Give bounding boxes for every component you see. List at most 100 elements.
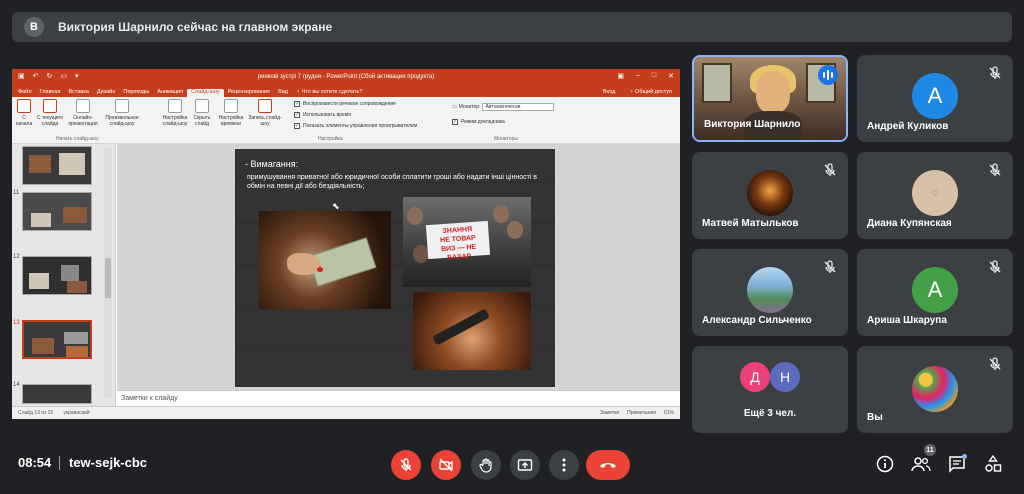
participant-name: Виктория Шарнило <box>704 119 801 130</box>
protest-crowd-image[interactable]: ЗНАННЯ НЕ ТОВАР ВИЗ — НЕ БАЗАР <box>403 197 531 287</box>
tab-slideshow[interactable]: Слайд-шоу <box>187 89 224 97</box>
start-show-icon[interactable]: ▭ <box>60 72 67 80</box>
protest-sign: ЗНАННЯ НЕ ТОВАР ВИЗ — НЕ БАЗАР <box>425 220 491 262</box>
more-options-button[interactable] <box>549 450 579 480</box>
narration-checkbox[interactable]: ✓ Воспроизвести речевое сопровождение <box>294 101 396 107</box>
slide-canvas[interactable]: - Вимагання: примушування приватної або … <box>117 144 680 390</box>
more-participants-tile[interactable]: Д Н Ещё 3 чел. <box>692 346 848 433</box>
record-show-button[interactable]: Запись слайд-шоу <box>248 99 282 127</box>
meeting-details-button[interactable] <box>874 453 896 475</box>
bribe-money-image[interactable] <box>259 211 391 309</box>
comments-toggle[interactable]: Примечания <box>627 410 656 416</box>
controls-checkbox[interactable]: ✓ Показать элементы управления проигрыват… <box>294 123 417 129</box>
present-button[interactable] <box>510 450 540 480</box>
monitor-select[interactable]: ▭ Монитор: Автоматически <box>452 103 555 111</box>
mic-toggle-button[interactable] <box>391 450 421 480</box>
from-start-button[interactable]: С начала <box>14 99 34 127</box>
self-tile[interactable]: Вы <box>857 346 1013 433</box>
tab-design[interactable]: Дизайн <box>93 89 120 97</box>
undo-icon[interactable]: ↶ <box>33 72 39 80</box>
custom-show-button[interactable]: Произвольное слайд-шоу <box>102 99 142 127</box>
customize-icon[interactable]: ▾ <box>75 72 79 80</box>
ribbon-tabs: Файл Главная Вставка Дизайн Переходы Ани… <box>12 84 680 97</box>
scrollbar-thumb[interactable] <box>105 258 111 298</box>
participant-tile[interactable]: Матвей Матыльков <box>692 152 848 239</box>
participant-tile[interactable]: А Ариша Шкарупа <box>857 249 1013 336</box>
participant-avatar: ♡ <box>912 170 958 216</box>
participant-name: Андрей Куликов <box>867 121 949 132</box>
slide-thumbnail-selected[interactable] <box>22 320 92 359</box>
notes-toggle[interactable]: Заметки <box>600 410 619 416</box>
divider <box>59 456 60 470</box>
monitor-dropdown[interactable]: Автоматически <box>482 103 555 111</box>
presenter-avatar: В <box>24 17 44 37</box>
slide-thumbnail[interactable] <box>22 192 92 231</box>
activities-button[interactable] <box>982 453 1004 475</box>
participant-avatar: А <box>912 73 958 119</box>
tab-animation[interactable]: Анимация <box>153 89 187 97</box>
tab-transitions[interactable]: Переходы <box>119 89 153 97</box>
slide-body-text[interactable]: примушування приватної або юридичної осо… <box>247 173 547 191</box>
slide-number: 12 <box>13 254 20 260</box>
rehearse-timings-button[interactable]: Настройка времени <box>216 99 246 127</box>
zoom-level[interactable]: 61% <box>664 410 674 416</box>
save-icon[interactable]: ▣ <box>18 72 25 80</box>
tab-view[interactable]: Вид <box>274 89 292 97</box>
presenter-banner: В Виктория Шарнило сейчас на главном экр… <box>12 12 1012 42</box>
participant-tile[interactable]: ♡ Диана Купянская <box>857 152 1013 239</box>
maximize-icon[interactable]: □ <box>652 72 656 80</box>
participant-avatar <box>747 170 793 216</box>
current-slide[interactable]: - Вимагання: примушування приватної або … <box>235 149 555 387</box>
tab-home[interactable]: Главная <box>36 89 65 97</box>
window-controls: ▣ – □ ✕ <box>617 72 674 80</box>
participant-name: Диана Купянская <box>867 218 952 229</box>
participant-tile[interactable]: Александр Сильченко <box>692 249 848 336</box>
mic-off-icon <box>989 357 1001 370</box>
participant-avatar: Н <box>770 362 800 392</box>
sign-in-link[interactable]: Вход <box>599 89 619 97</box>
tab-file[interactable]: Файл <box>14 89 36 97</box>
people-button[interactable] <box>910 453 932 475</box>
timings-checkbox[interactable]: ✓ Использовать время <box>294 112 351 118</box>
tab-review[interactable]: Рецензирование <box>224 89 274 97</box>
minimize-icon[interactable]: – <box>636 72 640 80</box>
meeting-time: 08:54 <box>18 455 52 470</box>
setup-show-button[interactable]: Настройка слайд-шоу <box>162 99 188 127</box>
notes-pane[interactable]: Заметки к слайду <box>117 390 680 406</box>
tab-insert[interactable]: Вставка <box>64 89 92 97</box>
close-icon[interactable]: ✕ <box>668 72 674 80</box>
from-current-button[interactable]: С текущего слайда <box>36 99 64 127</box>
chat-button[interactable] <box>946 453 968 475</box>
mic-off-icon <box>824 260 836 273</box>
presenter-view-checkbox[interactable]: ✓ Режим докладчика <box>452 119 505 125</box>
participant-count-badge: 11 <box>924 444 936 456</box>
ppt-title-bar: ▣ ↶ ↻ ▭ ▾ ринкові зустрі 7 грудня - Powe… <box>12 69 680 84</box>
leave-call-button[interactable] <box>586 450 630 480</box>
redo-icon[interactable]: ↻ <box>47 72 53 80</box>
online-presentation-button[interactable]: Онлайн-презентация <box>66 99 100 127</box>
slide-heading[interactable]: - Вимагання: <box>245 159 298 169</box>
gun-image[interactable] <box>413 292 531 370</box>
hang-up-icon <box>600 463 616 468</box>
participant-tile[interactable]: А Андрей Куликов <box>857 55 1013 142</box>
slide-number: 13 <box>13 320 20 326</box>
participant-name: Вы <box>867 412 883 423</box>
camera-toggle-button[interactable] <box>431 450 461 480</box>
language-indicator[interactable]: украинский <box>63 410 89 416</box>
participant-tile-speaking[interactable]: Виктория Шарнило <box>692 55 848 142</box>
hide-slide-button[interactable]: Скрыть слайд <box>190 99 214 127</box>
group-label-monitors: Мониторы <box>494 136 518 142</box>
slide-thumbnail[interactable] <box>22 384 92 404</box>
slide-thumbnail[interactable] <box>22 256 92 295</box>
share-button[interactable]: ♀ Общий доступ <box>625 89 676 97</box>
raise-hand-button[interactable] <box>471 450 501 480</box>
meeting-controls-bar: 08:54 tew-sejk-cbc 11 <box>0 430 1024 494</box>
slide-counter: Слайд 13 из 22 <box>18 410 54 416</box>
activities-icon <box>985 455 1002 472</box>
ribbon-display-icon[interactable]: ▣ <box>617 72 624 80</box>
thumbnails-scrollbar[interactable] <box>104 148 112 398</box>
presenter-banner-text: Виктория Шарнило сейчас на главном экран… <box>58 20 333 34</box>
tell-me-search[interactable]: ♀ Что вы хотите сделать? <box>292 89 366 97</box>
mic-off-icon <box>989 163 1001 176</box>
slide-thumbnail[interactable] <box>22 146 92 185</box>
